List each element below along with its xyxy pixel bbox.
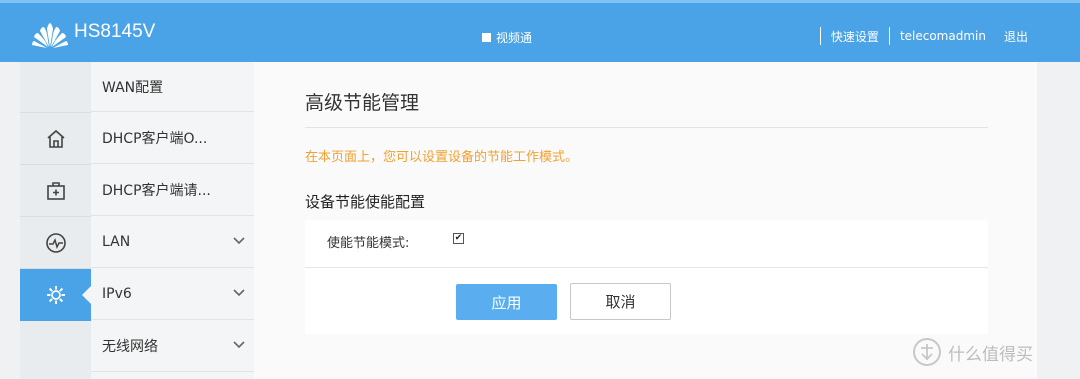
enable-energy-saving-checkbox[interactable]: ✔ <box>453 233 464 244</box>
cancel-button[interactable]: 取消 <box>570 283 671 320</box>
top-nav: 快速设置 telecomadmin 退出 <box>810 27 1028 45</box>
video-toggle[interactable]: 视频通 <box>482 29 532 46</box>
video-label: 视频通 <box>496 31 533 45</box>
submenu-item-dhcp-client-option[interactable]: DHCP客户端O... <box>91 112 254 164</box>
divider <box>819 27 821 45</box>
chevron-down-icon <box>233 289 245 297</box>
logout-link[interactable]: 退出 <box>1004 28 1028 45</box>
activity-icon <box>45 232 66 253</box>
sub-menu: WAN配置 DHCP客户端O... DHCP客户端请... LAN IPv6 无… <box>91 62 254 379</box>
submenu-item-wireless[interactable]: 无线网络 <box>91 320 254 372</box>
submenu-label: DHCP客户端请... <box>102 182 211 199</box>
submenu-item-lan[interactable]: LAN <box>91 216 254 268</box>
nav-home[interactable] <box>20 113 91 165</box>
nav-diagnose[interactable] <box>20 165 91 217</box>
nav-icon-blank <box>20 62 91 113</box>
submenu-item-dhcp-client-request[interactable]: DHCP客户端请... <box>91 164 254 216</box>
submenu-label: 无线网络 <box>102 338 158 355</box>
nav-settings[interactable] <box>20 269 91 321</box>
button-row: 应用 取消 <box>305 268 988 334</box>
chevron-down-icon <box>233 237 245 245</box>
nav-icon-column <box>20 62 91 379</box>
nav-status[interactable] <box>20 217 91 269</box>
watermark-text: 什么值得买 <box>948 344 1033 365</box>
enable-energy-saving-label: 使能节能模式: <box>327 236 410 251</box>
quick-setup-link[interactable]: 快速设置 <box>831 28 879 45</box>
submenu-label: DHCP客户端O... <box>102 130 208 147</box>
divider <box>888 27 890 45</box>
page-notice: 在本页面上，您可以设置设备的节能工作模式。 <box>305 150 579 165</box>
submenu-item-ipv6[interactable]: IPv6 <box>91 268 254 320</box>
video-checkbox-icon[interactable] <box>482 33 491 42</box>
watermark-logo-icon <box>913 338 941 366</box>
apply-button[interactable]: 应用 <box>456 284 557 320</box>
huawei-logo-icon <box>32 23 68 48</box>
submenu-item-wan[interactable]: WAN配置 <box>91 62 254 112</box>
first-aid-icon <box>46 181 65 200</box>
submenu-label: IPv6 <box>102 285 132 302</box>
watermark: 什么值得买 <box>912 337 1033 367</box>
divider <box>305 127 988 128</box>
page-title: 高级节能管理 <box>305 92 420 114</box>
top-header: HS8145V 视频通 快速设置 telecomadmin 退出 <box>0 0 1080 62</box>
chevron-down-icon <box>233 341 245 349</box>
submenu-label: WAN配置 <box>102 79 164 96</box>
content-panel: 高级节能管理 在本页面上，您可以设置设备的节能工作模式。 设备节能使能配置 使能… <box>254 62 1037 379</box>
home-icon <box>46 129 65 148</box>
enable-energy-saving-row: 使能节能模式: ✔ <box>305 220 988 268</box>
device-model: HS8145V <box>74 21 156 42</box>
user-link[interactable]: telecomadmin <box>900 29 986 43</box>
section-title: 设备节能使能配置 <box>305 193 426 211</box>
gear-icon <box>46 286 65 304</box>
submenu-label: LAN <box>102 233 131 250</box>
